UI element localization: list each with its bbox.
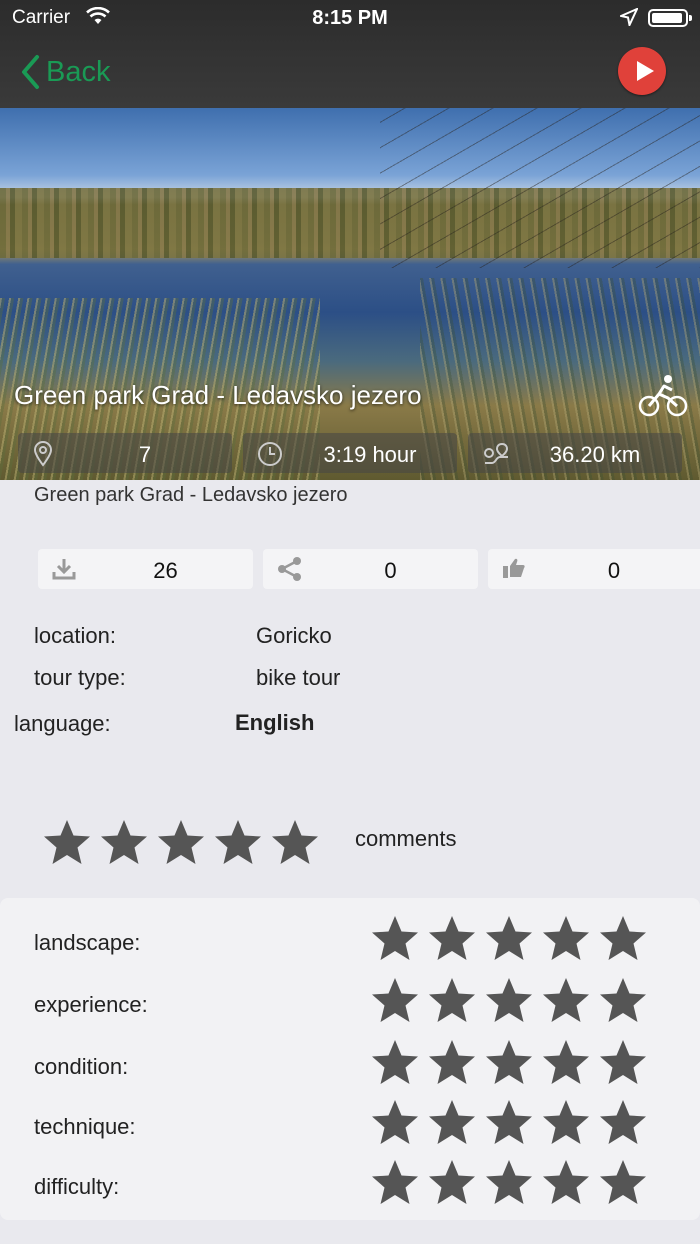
comments-link[interactable]: comments — [355, 826, 456, 852]
star-icon — [541, 976, 591, 1026]
star-icon — [484, 1158, 534, 1208]
download-button[interactable]: 26 — [38, 549, 253, 589]
rating-label: landscape: — [34, 930, 141, 955]
star-icon — [427, 976, 477, 1026]
status-bar: Carrier 8:15 PM — [0, 0, 700, 36]
star-icon — [541, 1038, 591, 1088]
star-icon — [213, 818, 263, 868]
star-icon — [484, 914, 534, 964]
downloads-count: 26 — [153, 558, 178, 583]
rating-stars[interactable] — [370, 914, 648, 964]
rating-label: difficulty: — [34, 1174, 120, 1199]
share-button[interactable]: 0 — [263, 549, 478, 589]
play-button[interactable] — [618, 47, 666, 95]
rating-stars[interactable] — [370, 1158, 648, 1208]
star-icon — [541, 1098, 591, 1148]
star-icon — [270, 818, 320, 868]
tour-subtitle: Green park Grad - Ledavsko jezero — [34, 484, 348, 506]
rating-stars[interactable] — [370, 1098, 648, 1148]
points-stat: 7 — [18, 433, 232, 473]
star-icon — [598, 914, 648, 964]
star-icon — [484, 1038, 534, 1088]
rating-stars[interactable] — [370, 1038, 648, 1088]
bike-icon — [638, 374, 688, 423]
rating-label: experience: — [34, 992, 148, 1017]
rating-row: difficulty: — [0, 1158, 700, 1214]
star-icon — [370, 914, 420, 964]
language-label: language: — [14, 711, 111, 736]
distance-value: 36.20 km — [549, 442, 641, 467]
language-value: English — [235, 710, 315, 735]
star-icon — [598, 1038, 648, 1088]
back-button[interactable]: Back — [20, 52, 110, 92]
battery-icon — [648, 9, 692, 27]
star-icon — [484, 1098, 534, 1148]
star-icon — [370, 1038, 420, 1088]
tour-type-value: bike tour — [256, 665, 341, 690]
star-icon — [156, 818, 206, 868]
star-icon — [541, 914, 591, 964]
star-icon — [484, 976, 534, 1026]
download-icon — [52, 557, 76, 587]
duration-value: 3:19 hour — [323, 442, 417, 467]
shares-count: 0 — [384, 558, 397, 583]
star-icon — [427, 1158, 477, 1208]
location-label: location: — [34, 623, 116, 648]
star-icon — [42, 818, 92, 868]
like-button[interactable]: 0 — [488, 549, 700, 589]
route-icon — [482, 441, 510, 473]
navigation-bar: Carrier 8:15 PM Back — [0, 0, 700, 108]
clock-icon — [257, 441, 283, 473]
tour-type-label: tour type: — [34, 665, 126, 690]
chevron-left-icon — [22, 55, 39, 89]
rating-row: condition: — [0, 1038, 700, 1094]
star-icon — [370, 976, 420, 1026]
star-icon — [598, 976, 648, 1026]
clock: 8:15 PM — [312, 7, 388, 29]
share-icon — [277, 557, 303, 587]
star-icon — [541, 1158, 591, 1208]
overall-rating[interactable] — [42, 818, 320, 868]
map-pin-icon — [32, 441, 54, 473]
rating-label: technique: — [34, 1114, 136, 1139]
star-icon — [370, 1098, 420, 1148]
star-icon — [427, 1098, 477, 1148]
rating-stars[interactable] — [370, 976, 648, 1026]
back-label: Back — [46, 55, 111, 88]
star-icon — [427, 914, 477, 964]
duration-stat: 3:19 hour — [243, 433, 457, 473]
rating-row: landscape: — [0, 914, 700, 970]
star-icon — [99, 818, 149, 868]
thumbs-up-icon — [502, 557, 526, 585]
rating-row: experience: — [0, 976, 700, 1032]
tour-title: Green park Grad - Ledavsko jezero — [14, 380, 422, 410]
ratings-panel: landscape: experience: condition: technique… — [0, 898, 700, 1220]
distance-stat: 36.20 km — [468, 433, 682, 473]
star-icon — [598, 1158, 648, 1208]
tour-cover-image — [0, 108, 700, 480]
star-icon — [427, 1038, 477, 1088]
location-arrow-icon — [617, 7, 640, 32]
rating-row: technique: — [0, 1098, 700, 1154]
star-icon — [370, 1158, 420, 1208]
star-icon — [598, 1098, 648, 1148]
points-value: 7 — [138, 442, 152, 467]
rating-label: condition: — [34, 1054, 129, 1079]
likes-count: 0 — [607, 558, 621, 583]
location-value: Goricko — [256, 623, 332, 648]
